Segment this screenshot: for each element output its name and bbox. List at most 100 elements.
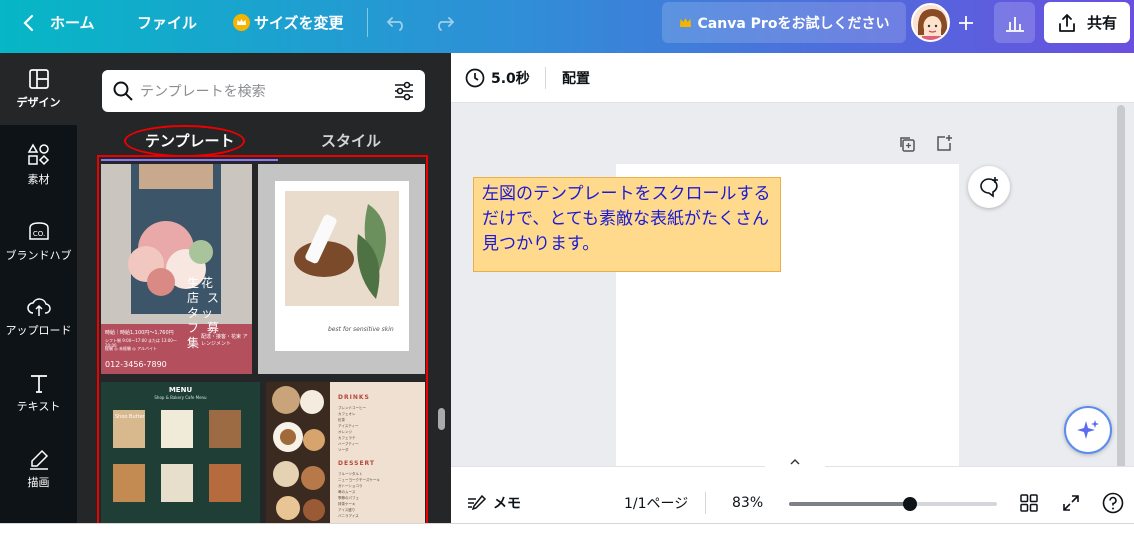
editor-footer: メモ 1/1ページ 83% [451, 455, 1134, 523]
zoom-value-button[interactable]: 83% [732, 489, 763, 517]
rail-label: 描画 [27, 476, 50, 489]
template-detail: 時給｜時給1,100円〜1,760円 [105, 330, 174, 336]
rail-item-design[interactable]: デザイン [0, 53, 77, 125]
template-thumbnail-skin-care[interactable]: best for sensitive skin [258, 164, 425, 374]
avatar[interactable] [911, 3, 950, 42]
insights-button[interactable] [994, 2, 1035, 43]
rail-label: ブランドハブ [5, 249, 72, 262]
crown-icon [679, 18, 691, 27]
rail-label: テキスト [16, 400, 61, 413]
file-menu[interactable]: ファイル [137, 0, 197, 45]
template-search-box[interactable]: テンプレートを検索 [102, 70, 425, 112]
help-button[interactable] [1102, 489, 1124, 517]
bar-chart-icon [1005, 16, 1024, 32]
template-menu-title: MENU [168, 386, 193, 394]
top-bar: ホーム ファイル サイズを変更 Canva Proをお試しください 共有 [0, 0, 1134, 53]
zoom-slider-fill [789, 502, 910, 506]
home-label: ホーム [50, 14, 95, 32]
share-upload-icon [1059, 13, 1075, 32]
chevron-up-icon [790, 459, 800, 465]
filter-sliders-icon[interactable] [393, 80, 415, 102]
grid-view-icon [1020, 494, 1038, 512]
share-button[interactable]: 共有 [1044, 2, 1130, 43]
template-sub: 経験 ◎ 未経験 ◎ アルバイト [105, 346, 158, 351]
brand-icon: CO. [28, 222, 49, 240]
templates-panel: テンプレートを検索 テンプレート スタイル 生花店 スタッフ 募集 時給｜時給1… [77, 53, 451, 528]
undo-icon [386, 16, 403, 31]
template-drinks-heading: DRINKS [338, 394, 370, 401]
annotation-circle [124, 125, 245, 157]
rail-label: デザイン [16, 96, 61, 109]
svg-text:CO.: CO. [32, 230, 44, 238]
zoom-label: 83% [732, 495, 764, 511]
file-label: ファイル [137, 14, 198, 32]
rail-item-draw[interactable]: 描画 [0, 433, 77, 505]
shapes-icon [27, 143, 49, 166]
notes-label: メモ [493, 496, 521, 512]
canvas-scrollbar[interactable] [1117, 105, 1125, 475]
redo-button[interactable] [433, 0, 455, 45]
rail-item-brand-hub[interactable]: CO. ブランドハブ [0, 205, 77, 277]
search-input[interactable]: テンプレートを検索 [140, 81, 393, 101]
fullscreen-button[interactable] [1062, 489, 1080, 517]
resize-button[interactable]: サイズを変更 [233, 0, 344, 45]
template-preview-illustration [101, 382, 260, 523]
template-preview-illustration [258, 164, 425, 374]
duration-label: 5.0秒 [491, 71, 530, 87]
notes-button[interactable]: メモ [467, 489, 521, 517]
rail-item-uploads[interactable]: アップロード [0, 281, 77, 353]
rail-label: アップロード [5, 324, 72, 337]
template-thumbnail-flower-shop[interactable]: 生花店 スタッフ 募集 時給｜時給1,100円〜1,760円 シフト制 9:00… [101, 164, 252, 374]
rail-item-elements[interactable]: 素材 [0, 129, 77, 201]
rail-item-text[interactable]: テキスト [0, 357, 77, 429]
template-tagline: best for sensitive skin [328, 326, 394, 333]
plus-icon [959, 15, 973, 30]
sparkle-icon [1077, 420, 1099, 439]
template-thumbnail-drinks-menu[interactable]: DRINKS ブレンドコーヒー カフェオレ 紅茶 アイスティー オレンジ カフェラテ … [266, 382, 425, 523]
crown-icon [233, 14, 250, 31]
undo-button[interactable] [386, 0, 408, 45]
text-icon [30, 375, 47, 393]
spreadsheet-gridline [0, 523, 1134, 537]
annotation-note: 左図のテンプレートをスクロールするだけで、とても素敵な表紙がたくさん見つかります… [473, 177, 781, 272]
upload-cloud-icon [26, 298, 51, 316]
toolbar-divider [545, 67, 546, 89]
comment-button[interactable] [968, 166, 1010, 208]
footer-divider [705, 492, 706, 514]
avatar-illustration [913, 5, 948, 40]
duration-button[interactable]: 5.0秒 [465, 53, 530, 103]
magic-assistant-button[interactable] [1064, 406, 1112, 454]
template-dessert-heading: DESSERT [338, 460, 375, 467]
page-count-label: 1/1ページ [624, 496, 689, 512]
add-collaborator-button[interactable] [956, 0, 976, 45]
layout-icon [28, 69, 49, 89]
grid-view-button[interactable] [1020, 489, 1038, 517]
try-pro-button[interactable]: Canva Proをお試しください [662, 2, 906, 43]
show-pages-button[interactable] [765, 455, 825, 469]
expand-icon [1063, 495, 1079, 511]
duplicate-page-button[interactable] [898, 135, 916, 157]
zoom-slider[interactable] [789, 497, 997, 511]
panel-scrollbar[interactable] [438, 408, 445, 430]
duplicate-icon [900, 137, 915, 152]
template-phone: 012-3456-7890 [105, 360, 167, 369]
position-label: 配置 [562, 71, 590, 87]
template-drinks-list: ブレンドコーヒー カフェオレ 紅茶 アイスティー オレンジ カフェラテ ハーブティーソ… [338, 406, 366, 452]
add-page-button[interactable] [935, 134, 953, 156]
pro-label: Canva Proをお試しください [697, 15, 890, 32]
search-icon [113, 81, 133, 101]
resize-label: サイズを変更 [254, 14, 344, 32]
home-link[interactable]: ホーム [22, 0, 95, 45]
tab-styles[interactable]: スタイル [321, 130, 381, 151]
clock-icon [465, 68, 485, 88]
help-icon [1102, 492, 1124, 514]
editor-canvas-area: 5.0秒 配置 左図のテンプレートをスクロールするだけで、とても素敵な表紙がたく… [451, 53, 1134, 523]
template-thumbnail-cafe-menu[interactable]: MENU Shop & Bakery Cafe Menu Shoo Butter [101, 382, 260, 523]
template-menu-subtitle: Shop & Bakery Cafe Menu [154, 395, 207, 400]
draw-icon [29, 449, 48, 470]
chevron-left-icon [23, 14, 34, 31]
template-tagline: 配達・接客・花束 アレンジメント [201, 334, 248, 347]
page-count-button[interactable]: 1/1ページ [624, 489, 688, 517]
zoom-slider-handle[interactable] [902, 497, 917, 511]
position-button[interactable]: 配置 [562, 53, 590, 103]
